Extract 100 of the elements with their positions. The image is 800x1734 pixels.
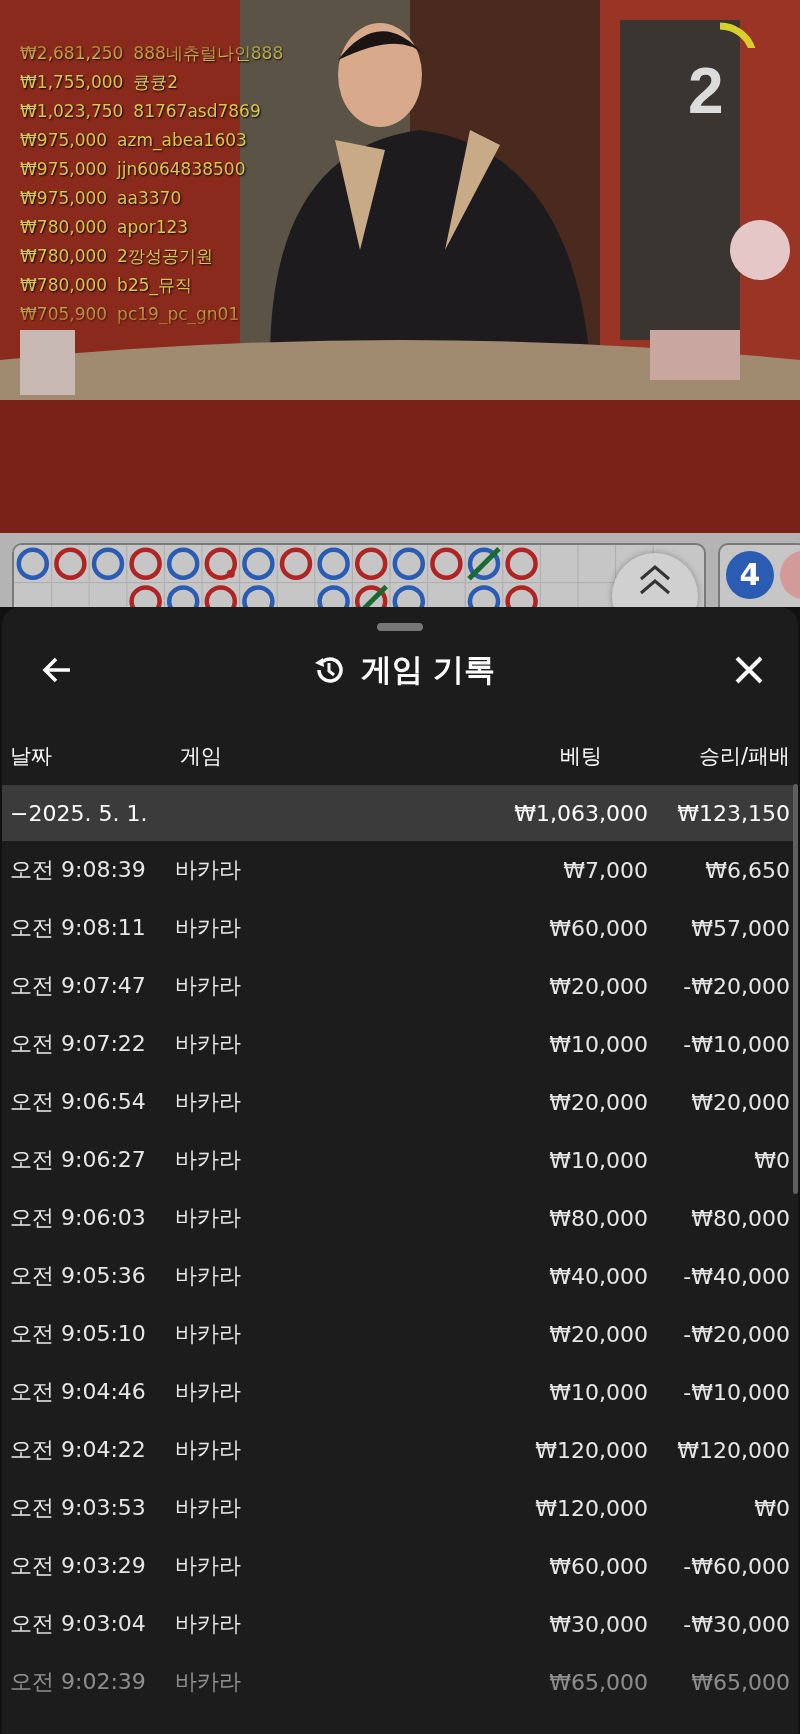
bead-mark: [129, 585, 162, 607]
table-cell-text: 바카라: [175, 856, 241, 884]
table-cell: ₩10,000: [549, 1147, 648, 1173]
winner-name: 81767asd7869: [133, 100, 261, 122]
table-cell: ₩20,000: [549, 973, 648, 999]
table-cell-text: 바카라: [175, 1204, 241, 1232]
bead-mark: [204, 547, 238, 581]
table-cell: ₩60,000: [549, 1553, 648, 1579]
bead-mark: [505, 547, 538, 581]
group-result-total: ₩123,150: [677, 800, 790, 826]
winner-name: 2깡성공기원: [117, 245, 213, 267]
bead-mark: [91, 547, 125, 581]
winner-name: jjn6064838500: [117, 158, 246, 180]
bead-mark: [467, 547, 501, 581]
table-cell-text: 오전 9:02:39: [10, 1668, 146, 1696]
bead-mark: [166, 547, 200, 581]
table-cell-text: 바카라: [175, 1610, 241, 1638]
table-cell: ₩10,000: [549, 1379, 648, 1405]
bead-mark: [505, 585, 538, 607]
bead-mark: [317, 547, 350, 581]
table-cell-text: 바카라: [175, 1552, 241, 1580]
bead-mark: [279, 547, 313, 581]
table-cell: ₩6,650: [705, 857, 790, 883]
table-cell-text: 바카라: [175, 914, 241, 942]
bead-mark: [242, 547, 275, 581]
table-cell-text: 오전 9:07:47: [10, 972, 146, 1000]
winner-amount: ₩1,755,000: [20, 71, 124, 93]
table-cell: ₩80,000: [549, 1205, 648, 1231]
winner-amount: ₩780,000: [20, 245, 108, 267]
table-cell-text: 바카라: [175, 972, 241, 1000]
table-cell: ₩30,000: [549, 1611, 648, 1637]
bead-mark: [16, 547, 50, 581]
bead-mark: [166, 585, 200, 607]
group-date: −2025. 5. 1.: [10, 800, 148, 826]
winner-amount: ₩975,000: [20, 187, 108, 209]
group-bet-total: ₩1,063,000: [514, 800, 648, 826]
drag-handle[interactable]: [377, 623, 423, 631]
table-cell-text: 오전 9:07:22: [10, 1030, 146, 1058]
table-cell-text: 오전 9:05:36: [10, 1262, 146, 1290]
table-cell-text: 바카라: [175, 1262, 241, 1290]
column-header: 베팅: [560, 743, 602, 770]
table-cell: ₩80,000: [691, 1205, 790, 1231]
table-cell-text: 오전 9:05:10: [10, 1320, 146, 1348]
table-cell-text: 바카라: [175, 1088, 241, 1116]
table-cell-text: 오전 9:08:11: [10, 914, 146, 942]
table-cell: ₩57,000: [691, 915, 790, 941]
table-cell: -₩20,000: [683, 973, 790, 999]
table-cell: ₩20,000: [549, 1089, 648, 1115]
bead-mark: [129, 547, 162, 581]
table-cell-text: 오전 9:03:04: [10, 1610, 146, 1638]
winner-amount: ₩705,900: [20, 303, 108, 325]
table-cell-text: 바카라: [175, 1668, 241, 1696]
winner-name: apor123: [117, 216, 189, 238]
table-cell: ₩7,000: [563, 857, 648, 883]
table-cell-text: 오전 9:06:27: [10, 1146, 146, 1174]
countdown: 2: [688, 56, 724, 126]
table-cell: ₩20,000: [549, 1321, 648, 1347]
table-cell-text: 바카라: [175, 1378, 241, 1406]
winner-amount: ₩2,681,250: [20, 42, 124, 64]
table-cell: ₩65,000: [549, 1669, 648, 1695]
winner-name: pc19_pc_gn01: [117, 303, 240, 325]
bead-mark: [204, 585, 238, 607]
table-cell-text: 오전 9:08:39: [10, 856, 146, 884]
bead-mark: [430, 547, 463, 581]
winner-amount: ₩780,000: [20, 274, 108, 296]
table-cell-text: 오전 9:06:54: [10, 1088, 146, 1116]
table-cell: ₩0: [754, 1147, 790, 1173]
winner-amount: ₩780,000: [20, 216, 108, 238]
column-header: 날짜: [10, 743, 52, 770]
winner-amount: ₩1,023,750: [20, 100, 124, 122]
table-cell: -₩10,000: [683, 1379, 790, 1405]
bead-mark: [54, 547, 87, 581]
bead-mark: [392, 585, 426, 607]
sheet-title: 게임 기록: [360, 650, 496, 689]
table-cell-text: 바카라: [175, 1320, 241, 1348]
bead-mark: [467, 585, 501, 607]
bead-mark: [354, 547, 388, 581]
table-cell: ₩120,000: [677, 1437, 790, 1463]
winner-name: aa3370: [117, 187, 182, 209]
table-cell: -₩40,000: [683, 1263, 790, 1289]
winner-name: b25_뮤직: [117, 274, 193, 296]
winner-amount: ₩975,000: [20, 158, 108, 180]
table-cell: -₩60,000: [683, 1553, 790, 1579]
table-cell-text: 오전 9:06:03: [10, 1204, 146, 1232]
table-cell: ₩10,000: [549, 1031, 648, 1057]
bead-mark: [392, 547, 426, 581]
table-cell: ₩65,000: [691, 1669, 790, 1695]
table-cell-text: 바카라: [175, 1436, 241, 1464]
table-cell: ₩0: [754, 1495, 790, 1521]
winner-name: 888네츄럴나인888: [133, 42, 284, 64]
table-cell-text: 바카라: [175, 1030, 241, 1058]
table-cell: -₩30,000: [683, 1611, 790, 1637]
bead-mark: [317, 585, 350, 607]
column-header: 게임: [180, 743, 222, 770]
table-cell-text: 바카라: [175, 1146, 241, 1174]
bead-mark: [354, 584, 388, 607]
winner-name: azm_abea1603: [117, 129, 247, 151]
winner-name: 큥큥2: [133, 71, 179, 93]
table-cell: -₩10,000: [683, 1031, 790, 1057]
table-cell-text: 오전 9:04:22: [10, 1436, 146, 1464]
